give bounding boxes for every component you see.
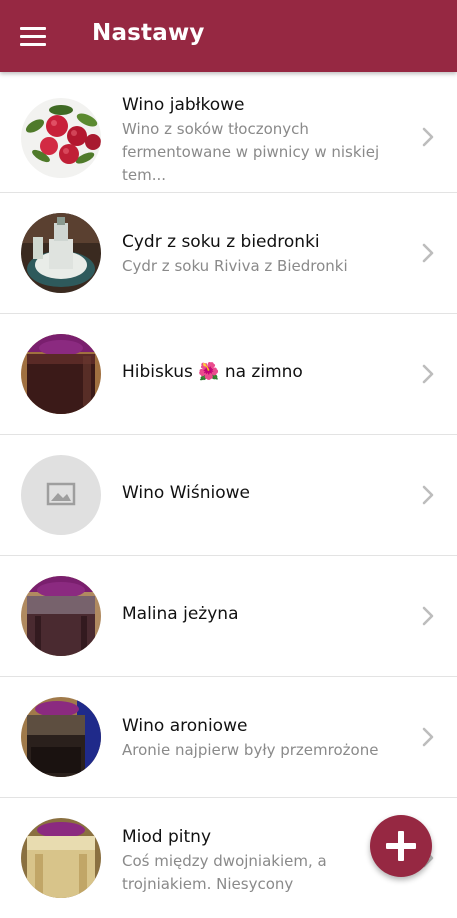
item-name: Hibiskus: [122, 362, 193, 382]
mead-jar-thumbnail: [21, 818, 101, 898]
apples-thumbnail: [21, 98, 101, 178]
chevron-right-icon: [422, 485, 434, 505]
chevron-right-icon: [422, 127, 434, 147]
list-item-hibiskus[interactable]: Hibiskus 🌺 na zimno: [0, 314, 457, 435]
image-placeholder-icon: [21, 455, 101, 535]
item-name: Cydr z soku z biedronki: [122, 232, 320, 252]
add-batch-button[interactable]: [370, 815, 432, 877]
chevron-right-icon: [422, 727, 434, 747]
chevron-right-icon: [422, 606, 434, 626]
plus-icon: [386, 831, 416, 861]
list-item-wino-wisniowe[interactable]: Wino Wiśniowe: [0, 435, 457, 556]
item-description: Cydr z soku Riviva z Biedronki: [122, 257, 348, 275]
item-name-suffix: na zimno: [224, 362, 303, 382]
cider-jar-thumbnail: [21, 213, 101, 293]
item-name: Wino jabłkowe: [122, 95, 245, 115]
item-description: Coś między dwojniakiem, a trojniakiem. N…: [122, 852, 327, 893]
batch-list: Wino jabłkowe Wino z soków tłoczonych fe…: [0, 72, 457, 918]
aronia-jar-thumbnail: [21, 697, 101, 777]
list-item-malina-jezyna[interactable]: Malina jeżyna: [0, 556, 457, 677]
app-bar: Nastawy: [0, 0, 457, 72]
list-item-wino-aroniowe[interactable]: Wino aroniowe Aronie najpierw były przem…: [0, 677, 457, 798]
list-item-cydr[interactable]: Cydr z soku z biedronki Cydr z soku Rivi…: [0, 193, 457, 314]
chevron-right-icon: [422, 364, 434, 384]
page-title: Nastawy: [92, 20, 205, 46]
list-item-wino-jablkowe[interactable]: Wino jabłkowe Wino z soków tłoczonych fe…: [0, 72, 457, 193]
item-name: Malina jeżyna: [122, 604, 239, 624]
hamburger-menu-icon[interactable]: [14, 20, 52, 52]
hibiscus-emoji: 🌺: [198, 362, 220, 382]
chevron-right-icon: [422, 243, 434, 263]
hibiscus-jar-thumbnail: [21, 334, 101, 414]
raspberry-jar-thumbnail: [21, 576, 101, 656]
item-name: Wino aroniowe: [122, 716, 248, 736]
item-name: Miod pitny: [122, 827, 212, 847]
item-description: Aronie najpierw były przemrożone: [122, 741, 379, 759]
item-name: Wino Wiśniowe: [122, 483, 251, 503]
item-description: Wino z soków tłoczonych fermentowane w p…: [122, 120, 380, 184]
